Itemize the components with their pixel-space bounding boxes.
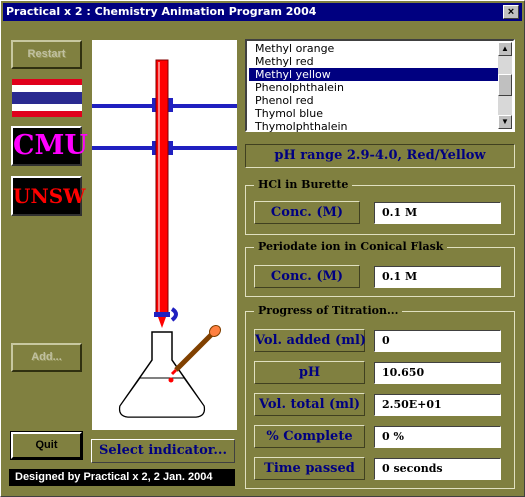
scroll-thumb[interactable] xyxy=(498,74,512,96)
indicator-list-item[interactable]: Methyl orange xyxy=(249,42,499,55)
unsw-logo-text: UNSW xyxy=(13,184,86,208)
indicator-list[interactable]: Methyl orange Methyl red Methyl yellow Phen… xyxy=(245,39,515,133)
time-passed-field: 0 seconds xyxy=(374,458,501,480)
footer-credit: Designed by Practical x 2, 2 Jan. 2004 xyxy=(9,469,235,486)
flask-solution xyxy=(119,377,205,418)
ph-range-display: pH range 2.9-4.0, Red/Yellow xyxy=(245,144,515,168)
close-button[interactable]: × xyxy=(503,5,519,19)
time-passed-label: Time passed xyxy=(254,457,365,480)
title-bar: Practical x 2 : Chemistry Animation Prog… xyxy=(3,3,522,21)
burette-group: HCl in Burette Conc. (M) 0.1 M xyxy=(245,178,515,235)
select-indicator-button[interactable]: Select indicator... xyxy=(91,439,235,463)
scroll-down-icon[interactable]: ▼ xyxy=(498,115,512,129)
vol-total-label: Vol. total (ml) xyxy=(254,393,365,416)
ph-field: 10.650 xyxy=(374,362,501,384)
complete-label: % Complete xyxy=(254,425,365,448)
burette-conc-field[interactable]: 0.1 M xyxy=(374,202,501,224)
dropper xyxy=(174,330,216,372)
indicator-list-item[interactable]: Thymol blue xyxy=(249,107,499,120)
scroll-up-icon[interactable]: ▲ xyxy=(498,42,512,56)
cmu-logo-text: CMU xyxy=(13,130,88,161)
window-title: Practical x 2 : Chemistry Animation Prog… xyxy=(6,5,317,18)
indicator-list-item[interactable]: Methyl yellow xyxy=(249,68,499,81)
indicator-list-item[interactable]: Phenolphthalein xyxy=(249,81,499,94)
thai-flag-icon xyxy=(12,79,82,117)
ph-label: pH xyxy=(254,361,365,384)
indicator-list-item[interactable]: Phenol red xyxy=(249,94,499,107)
indicator-scrollbar[interactable]: ▲ ▼ xyxy=(498,42,512,129)
flask-conc-field[interactable]: 0.1 M xyxy=(374,266,501,288)
flask-group: Periodate ion in Conical Flask Conc. (M)… xyxy=(245,240,515,297)
complete-field: 0 % xyxy=(374,426,501,448)
unsw-logo: UNSW xyxy=(11,176,86,216)
vol-added-field: 0 xyxy=(374,330,501,352)
close-icon: × xyxy=(507,6,515,18)
vol-added-label: Vol. added (ml) xyxy=(254,329,366,352)
indicator-list-items: Methyl orange Methyl red Methyl yellow Phen… xyxy=(249,42,499,133)
add-button[interactable]: Add... xyxy=(11,343,82,372)
main-window: Practical x 2 : Chemistry Animation Prog… xyxy=(0,0,525,497)
titration-apparatus xyxy=(92,59,237,418)
vol-total-field: 2.50E+01 xyxy=(374,394,501,416)
flask-group-title: Periodate ion in Conical Flask xyxy=(254,240,448,253)
indicator-list-item[interactable]: Thymolphthalein xyxy=(249,120,499,133)
indicator-list-item[interactable]: Methyl red xyxy=(249,55,499,68)
restart-button[interactable]: Restart xyxy=(11,40,82,69)
stopcock xyxy=(154,312,170,317)
burette xyxy=(155,59,169,315)
burette-group-title: HCl in Burette xyxy=(254,178,353,191)
progress-group: Progress of Titration... Vol. added (ml)… xyxy=(245,304,515,489)
titration-animation xyxy=(92,40,237,430)
burette-conc-label: Conc. (M) xyxy=(254,201,360,224)
cmu-logo: CMU xyxy=(11,126,88,166)
progress-group-title: Progress of Titration... xyxy=(254,304,403,317)
quit-button[interactable]: Quit xyxy=(10,431,83,460)
flask-conc-label: Conc. (M) xyxy=(254,265,360,288)
